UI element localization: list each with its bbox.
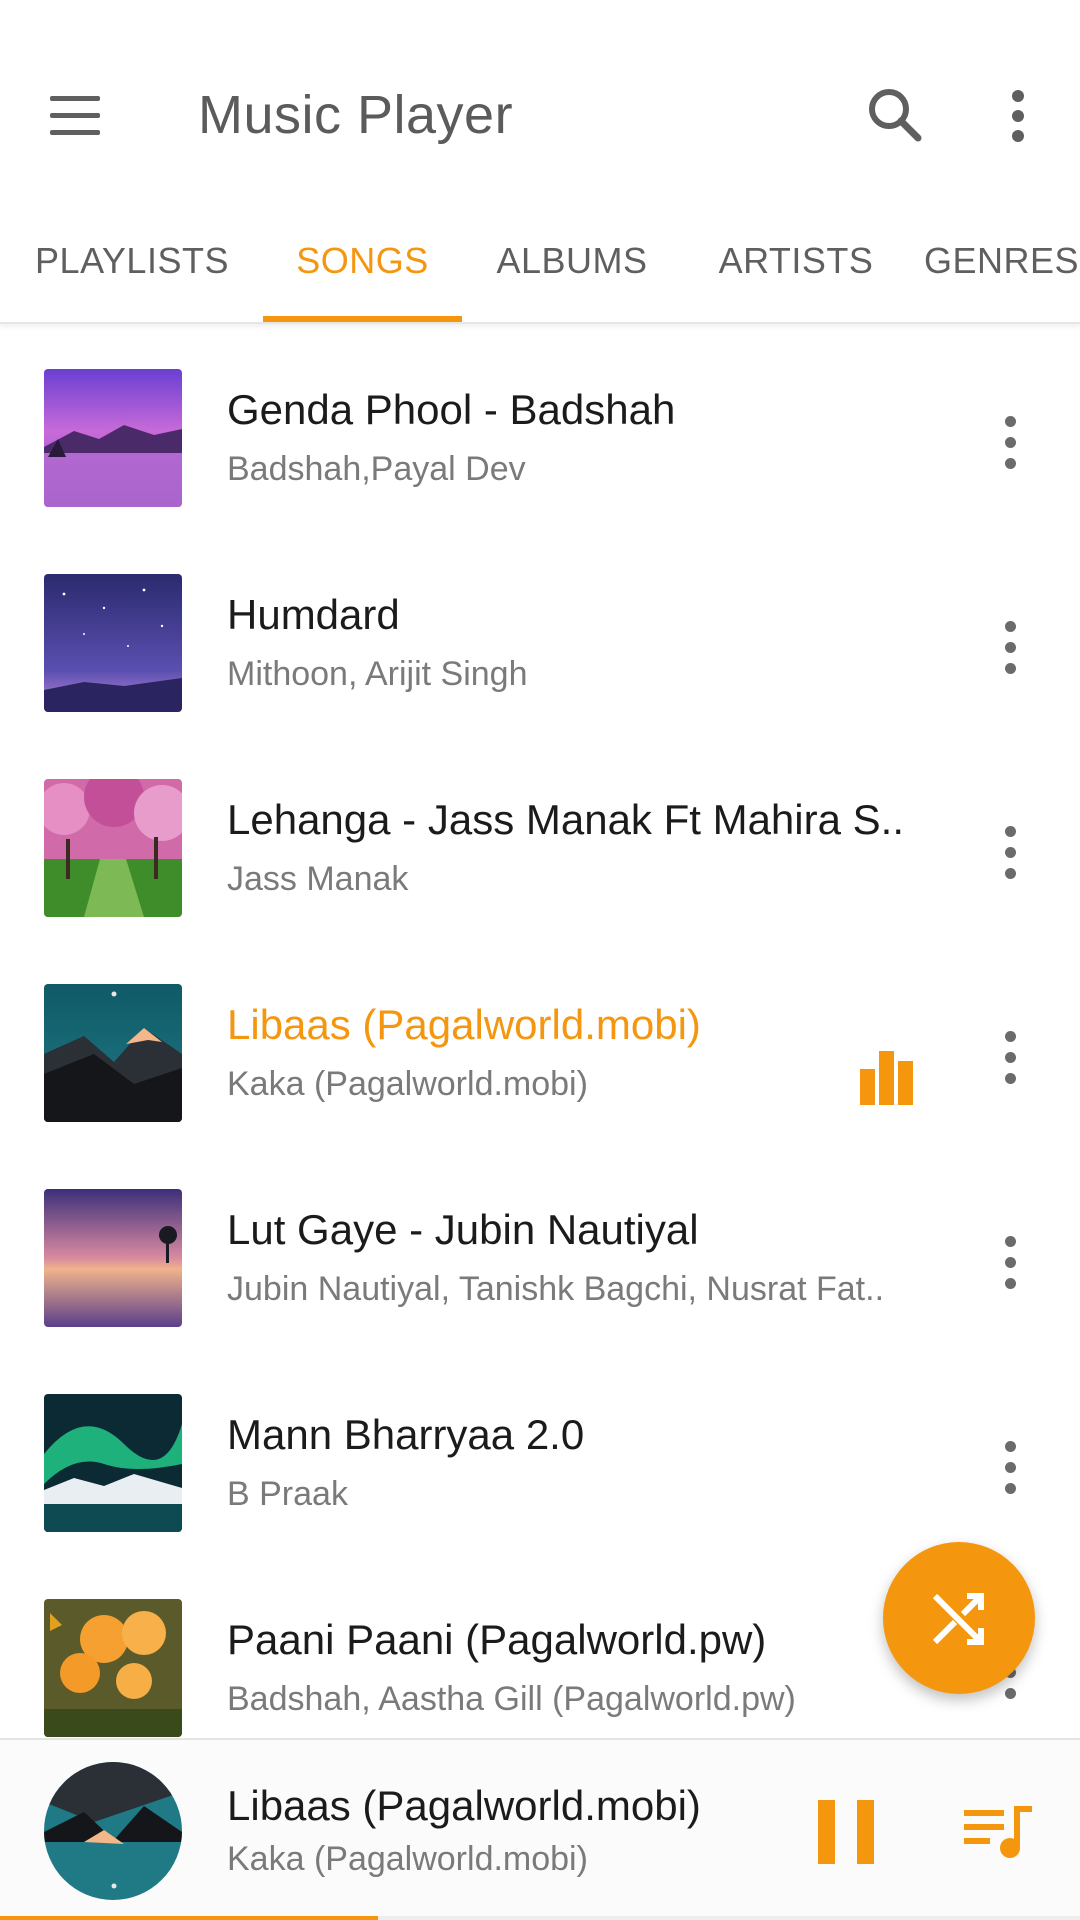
song-title: Lut Gaye - Jubin Nautiyal	[227, 1206, 699, 1253]
tab-playlists[interactable]: PLAYLISTS	[24, 236, 240, 324]
song-title: Lehanga - Jass Manak Ft Mahira S..	[227, 796, 904, 843]
song-row[interactable]: Genda Phool - Badshah Badshah,Payal Dev	[0, 326, 1080, 531]
song-list[interactable]: Genda Phool - Badshah Badshah,Payal Dev …	[0, 326, 1080, 1738]
app-bar: Music Player	[0, 0, 1080, 236]
playback-progress-fill	[0, 1916, 378, 1920]
tab-indicator	[263, 316, 462, 322]
album-art	[44, 984, 182, 1122]
equalizer-playing-icon	[858, 1047, 916, 1105]
queue-music-icon[interactable]	[964, 1804, 1034, 1860]
album-art	[44, 779, 182, 917]
tab-genres[interactable]: GENRES	[924, 236, 1080, 324]
song-title: Libaas (Pagalworld.mobi)	[227, 1001, 701, 1048]
more-vert-icon[interactable]	[996, 1441, 1026, 1495]
song-artist: B Praak	[227, 1475, 348, 1513]
more-vert-icon[interactable]	[996, 416, 1026, 470]
song-row[interactable]: Lehanga - Jass Manak Ft Mahira S.. Jass …	[0, 736, 1080, 941]
song-title: Humdard	[227, 591, 400, 638]
tab-artists[interactable]: ARTISTS	[696, 236, 896, 324]
now-playing-artist: Kaka (Pagalworld.mobi)	[227, 1840, 588, 1878]
song-artist: Jass Manak	[227, 860, 409, 898]
app-title: Music Player	[198, 85, 514, 145]
album-art	[44, 1599, 182, 1737]
mini-player[interactable]: Libaas (Pagalworld.mobi) Kaka (Pagalworl…	[0, 1738, 1080, 1920]
song-artist: Jubin Nautiyal, Tanishk Bagchi, Nusrat F…	[227, 1270, 885, 1308]
search-icon[interactable]	[862, 82, 930, 150]
more-vert-icon[interactable]	[996, 1031, 1026, 1085]
now-playing-title: Libaas (Pagalworld.mobi)	[227, 1782, 701, 1829]
more-vert-icon[interactable]	[996, 826, 1026, 880]
more-vert-icon[interactable]	[994, 82, 1042, 150]
tab-songs[interactable]: SONGS	[263, 236, 462, 324]
now-playing-art[interactable]	[44, 1762, 182, 1900]
shuffle-fab[interactable]	[883, 1542, 1035, 1694]
shuffle-icon	[932, 1593, 984, 1645]
song-artist: Mithoon, Arijit Singh	[227, 655, 528, 693]
album-art	[44, 369, 182, 507]
song-row[interactable]: Lut Gaye - Jubin Nautiyal Jubin Nautiyal…	[0, 1146, 1080, 1351]
song-row[interactable]: Humdard Mithoon, Arijit Singh	[0, 531, 1080, 736]
song-title: Paani Paani (Pagalworld.pw)	[227, 1616, 767, 1663]
song-row[interactable]: Mann Bharryaa 2.0 B Praak	[0, 1351, 1080, 1556]
song-artist: Badshah,Payal Dev	[227, 450, 526, 488]
album-art	[44, 1189, 182, 1327]
hamburger-menu-icon[interactable]	[44, 88, 104, 144]
playback-progress-bar[interactable]	[0, 1916, 1080, 1920]
more-vert-icon[interactable]	[996, 1236, 1026, 1290]
song-row-now-playing[interactable]: Libaas (Pagalworld.mobi) Kaka (Pagalworl…	[0, 941, 1080, 1146]
tab-albums[interactable]: ALBUMS	[480, 236, 664, 324]
more-vert-icon[interactable]	[996, 621, 1026, 675]
tab-bar: PLAYLISTS SONGS ALBUMS ARTISTS GENRES	[0, 236, 1080, 324]
song-title: Mann Bharryaa 2.0	[227, 1411, 585, 1458]
song-artist: Badshah, Aastha Gill (Pagalworld.pw)	[227, 1680, 796, 1718]
album-art	[44, 574, 182, 712]
song-artist: Kaka (Pagalworld.mobi)	[227, 1065, 588, 1103]
album-art	[44, 1394, 182, 1532]
song-title: Genda Phool - Badshah	[227, 386, 676, 433]
music-player-app: Music Player PLAYLISTS SONGS ALBUMS ARTI…	[0, 0, 1080, 1920]
pause-icon[interactable]	[818, 1800, 874, 1864]
